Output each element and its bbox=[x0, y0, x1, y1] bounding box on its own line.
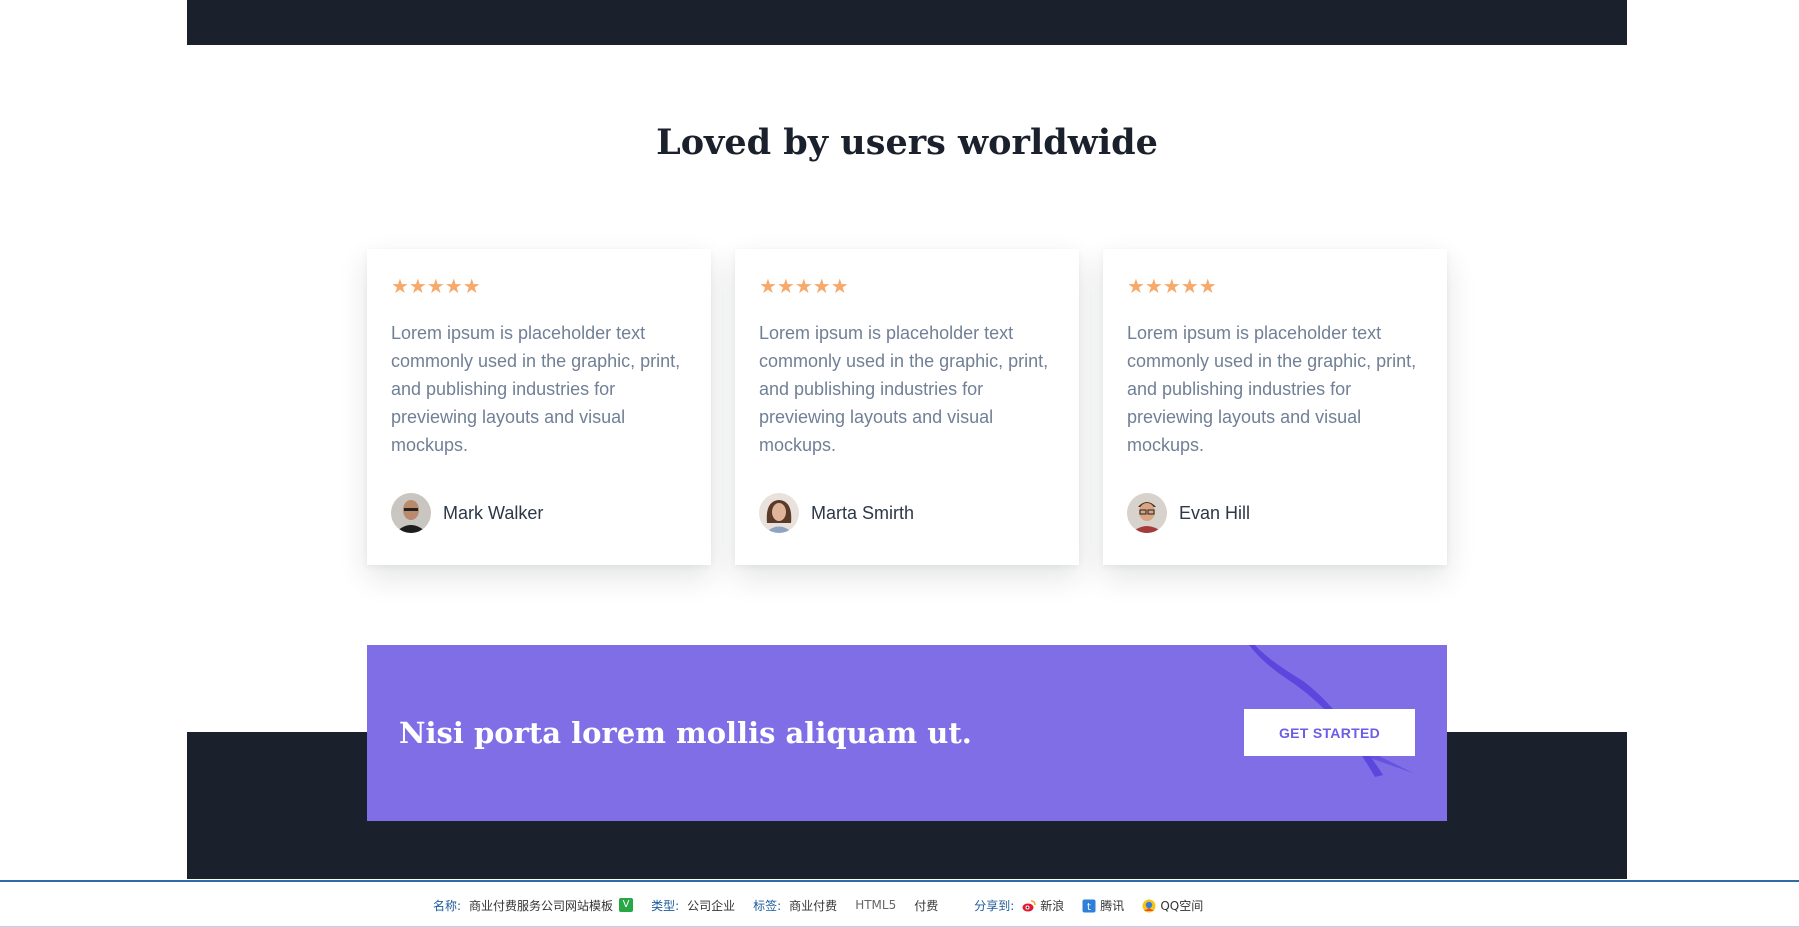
avatar bbox=[391, 493, 431, 533]
author-name: Mark Walker bbox=[443, 502, 544, 523]
type-link[interactable]: 公司企业 bbox=[687, 897, 735, 914]
verified-icon: V bbox=[619, 898, 634, 912]
tag-link[interactable]: 付费 bbox=[914, 897, 938, 914]
type-label: 类型: bbox=[651, 898, 680, 913]
testimonial-card: ★★★★★ Lorem ipsum is placeholder text co… bbox=[1103, 249, 1447, 565]
qzone-icon bbox=[1142, 899, 1156, 913]
share-weibo-label: 新浪 bbox=[1040, 898, 1065, 913]
section-heading: Loved by users worldwide bbox=[656, 122, 1158, 163]
testimonial-author: Mark Walker bbox=[391, 493, 543, 533]
testimonial-author: Evan Hill bbox=[1127, 493, 1250, 533]
testimonial-card: ★★★★★ Lorem ipsum is placeholder text co… bbox=[735, 249, 1079, 565]
testimonial-quote: Lorem ipsum is placeholder text commonly… bbox=[391, 323, 681, 455]
header-dark-band bbox=[187, 0, 1627, 45]
page-container: Loved by users worldwide ★★★★★ Lorem ips… bbox=[187, 0, 1627, 879]
share-tencent-label: 腾讯 bbox=[1100, 898, 1125, 913]
testimonial-author: Marta Smirth bbox=[759, 493, 914, 533]
info-bar-content: 名称: 商业付费服务公司网站模板 V 类型: 公司企业 标签: 商业付费 HTM… bbox=[433, 896, 1203, 914]
cta-banner: Nisi porta lorem mollis aliquam ut. GET … bbox=[367, 645, 1447, 821]
tag-link[interactable]: 商业付费 bbox=[789, 897, 837, 914]
author-name: Marta Smirth bbox=[811, 502, 915, 523]
star-rating: ★★★★★ bbox=[759, 276, 849, 298]
name-label: 名称: bbox=[433, 898, 462, 913]
tags-label: 标签: bbox=[753, 898, 782, 913]
star-rating: ★★★★★ bbox=[391, 276, 481, 298]
share-weibo[interactable]: 新浪 bbox=[1022, 897, 1064, 914]
weibo-icon bbox=[1022, 900, 1036, 912]
author-name: Evan Hill bbox=[1179, 502, 1251, 523]
avatar bbox=[759, 493, 799, 533]
share-qzone-label: QQ空间 bbox=[1160, 898, 1204, 913]
avatar bbox=[1127, 493, 1167, 533]
name-value: 商业付费服务公司网站模板 bbox=[469, 898, 614, 913]
testimonial-quote: Lorem ipsum is placeholder text commonly… bbox=[1127, 323, 1417, 455]
svg-text:t: t bbox=[1087, 902, 1091, 913]
share-label: 分享到: bbox=[974, 898, 1015, 913]
info-bar: 名称: 商业付费服务公司网站模板 V 类型: 公司企业 标签: 商业付费 HTM… bbox=[0, 880, 1799, 927]
testimonial-quote: Lorem ipsum is placeholder text commonly… bbox=[759, 323, 1049, 455]
cta-text: Nisi porta lorem mollis aliquam ut. bbox=[399, 716, 972, 750]
get-started-button[interactable]: GET STARTED bbox=[1244, 709, 1415, 756]
share-qzone[interactable]: QQ空间 bbox=[1142, 897, 1203, 914]
tag-link[interactable]: HTML5 bbox=[855, 898, 896, 912]
share-tencent[interactable]: t 腾讯 bbox=[1082, 897, 1124, 914]
star-rating: ★★★★★ bbox=[1127, 276, 1217, 298]
testimonial-card: ★★★★★ Lorem ipsum is placeholder text co… bbox=[367, 249, 711, 565]
tencent-icon: t bbox=[1082, 899, 1096, 913]
